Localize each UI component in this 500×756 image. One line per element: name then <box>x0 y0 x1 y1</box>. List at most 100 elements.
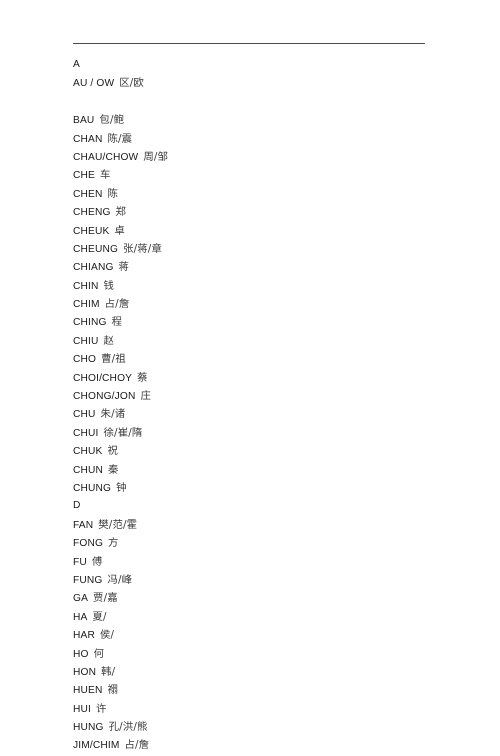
romanization-label: CHO <box>73 354 97 366</box>
list-item: CHU 朱/诸 <box>73 405 433 423</box>
han-characters: 蔡 <box>137 371 148 384</box>
han-characters: 庄 <box>140 390 152 403</box>
romanization-label: JIM/CHIM <box>73 740 120 752</box>
section-letter: D <box>73 500 81 512</box>
romanization-label: CHEUK <box>73 225 110 237</box>
list-item: CHEN 陈 <box>73 185 433 203</box>
list-item: CHIANG 蒋 <box>73 258 433 276</box>
section-heading: A <box>73 56 433 74</box>
romanization-label: CHENG <box>73 207 111 219</box>
romanization-label: HON <box>73 666 97 678</box>
list-item: CHAN 陈/震 <box>73 130 433 148</box>
romanization-label: CHUNG <box>73 482 112 494</box>
list-item: CHUK 祝 <box>73 442 433 460</box>
han-characters: 陈 <box>107 187 119 200</box>
list-item: HUI 许 <box>73 700 433 718</box>
romanization-label: FONG <box>73 538 104 550</box>
list-item: CHIU 赵 <box>73 332 433 350</box>
list-item: CHEUNG 张/蒋/章 <box>73 240 433 258</box>
han-characters: 蒋 <box>118 261 130 274</box>
han-characters: 孔/洪/熊 <box>108 721 148 734</box>
romanization-label: CHUN <box>73 464 104 476</box>
romanization-label: FAN <box>73 519 94 531</box>
romanization-label: CHIN <box>73 280 99 292</box>
romanization-label: HO <box>73 648 89 660</box>
han-characters: 郑 <box>115 206 127 219</box>
han-characters: 区/欧 <box>119 77 144 90</box>
han-characters: 车 <box>99 169 111 182</box>
list-item: CHUN 秦 <box>73 461 433 479</box>
section-heading: D <box>73 497 433 515</box>
romanization-label: HUEN <box>73 685 103 697</box>
han-characters: 祝 <box>107 445 119 458</box>
romanization-label: CHUI <box>73 427 99 439</box>
han-characters: 陈/震 <box>107 132 133 145</box>
list-item: HA 夏/ <box>73 608 433 626</box>
list-item: HUEN 禤 <box>73 681 433 699</box>
list-item: CHING 程 <box>73 313 433 331</box>
han-characters: 张/蒋/章 <box>123 242 162 255</box>
list-item: CHUI 徐/崔/隋 <box>73 424 433 442</box>
han-characters: 程 <box>111 316 123 329</box>
han-characters: 占/詹 <box>104 298 130 311</box>
list-item: CHE 车 <box>73 166 433 184</box>
han-characters: 赵 <box>103 334 115 347</box>
list-item: CHUNG 钟 <box>73 479 433 497</box>
section-letter: A <box>73 59 80 70</box>
list-item: CHOI/CHOY 蔡 <box>73 369 433 387</box>
list-item: CHO 曹/祖 <box>73 350 433 368</box>
romanization-label: FUNG <box>73 574 103 586</box>
han-characters: 包/鲍 <box>99 114 125 127</box>
romanization-label: HA <box>73 611 88 623</box>
romanization-label: CHEN <box>73 188 103 200</box>
list-item: CHIN 钱 <box>73 277 433 295</box>
romanization-label: CHONG/JON <box>73 391 136 403</box>
list-item: HUNG 孔/洪/熊 <box>73 718 433 736</box>
han-characters: 朱/诸 <box>100 408 126 421</box>
list-item: CHONG/JON 庄 <box>73 387 433 405</box>
han-characters: 韩/ <box>101 665 116 678</box>
romanization-label: CHAN <box>73 133 103 145</box>
list-item: CHAU/CHOW 周/邹 <box>73 148 433 166</box>
list-item: HAR 侯/ <box>73 626 433 644</box>
romanization-label: FU <box>73 556 87 568</box>
han-characters: 许 <box>96 702 107 715</box>
romanization-label: CHU <box>73 409 96 421</box>
han-characters: 方 <box>108 537 119 550</box>
han-characters: 侯/ <box>99 629 115 642</box>
han-characters: 冯/峰 <box>107 573 133 586</box>
han-characters: 樊/范/霍 <box>98 518 138 531</box>
romanization-label: AU / OW <box>73 78 115 90</box>
romanization-label: CHIU <box>73 335 99 347</box>
list-item: AU / OW 区/欧 <box>73 74 433 92</box>
romanization-label: BAU <box>73 115 95 127</box>
list-item: BAU 包/鲍 <box>73 111 433 129</box>
han-characters: 禤 <box>107 684 119 697</box>
list-item: GA 贾/嘉 <box>73 589 433 607</box>
romanization-label: GA <box>73 593 89 605</box>
han-characters: 贾/嘉 <box>93 592 118 605</box>
list-item: FU 傅 <box>73 553 433 571</box>
romanization-label: HUI <box>73 703 91 715</box>
romanization-label: CHEUNG <box>73 243 119 255</box>
han-characters: 曹/祖 <box>101 353 126 366</box>
romanization-label: CHOI/CHOY <box>73 372 133 384</box>
romanization-label: CHE <box>73 170 95 182</box>
list-item: HON 韩/ <box>73 663 433 681</box>
surname-list: A AU / OW 区/欧 BAU 包/鲍 CHAN 陈/震 CHAU/CHOW 周/邹 CHE 车… <box>73 56 433 755</box>
list-item: CHEUK 卓 <box>73 222 433 240</box>
han-characters: 占/詹 <box>124 739 150 752</box>
list-item: FONG 方 <box>73 534 433 552</box>
list-item: FAN 樊/范/霍 <box>73 516 433 534</box>
list-item: CHENG 郑 <box>73 203 433 221</box>
list-item: HO 何 <box>73 645 433 663</box>
han-characters: 卓 <box>114 224 125 237</box>
list-item: CHIM 占/詹 <box>73 295 433 313</box>
romanization-label: CHIM <box>73 299 100 311</box>
han-characters: 秦 <box>108 463 119 476</box>
han-characters: 周/邹 <box>143 150 169 163</box>
romanization-label: HAR <box>73 630 95 642</box>
han-characters: 钱 <box>103 279 115 292</box>
document-page: A AU / OW 区/欧 BAU 包/鲍 CHAN 陈/震 CHAU/CHOW 周/邹 CHE 车… <box>0 0 500 751</box>
